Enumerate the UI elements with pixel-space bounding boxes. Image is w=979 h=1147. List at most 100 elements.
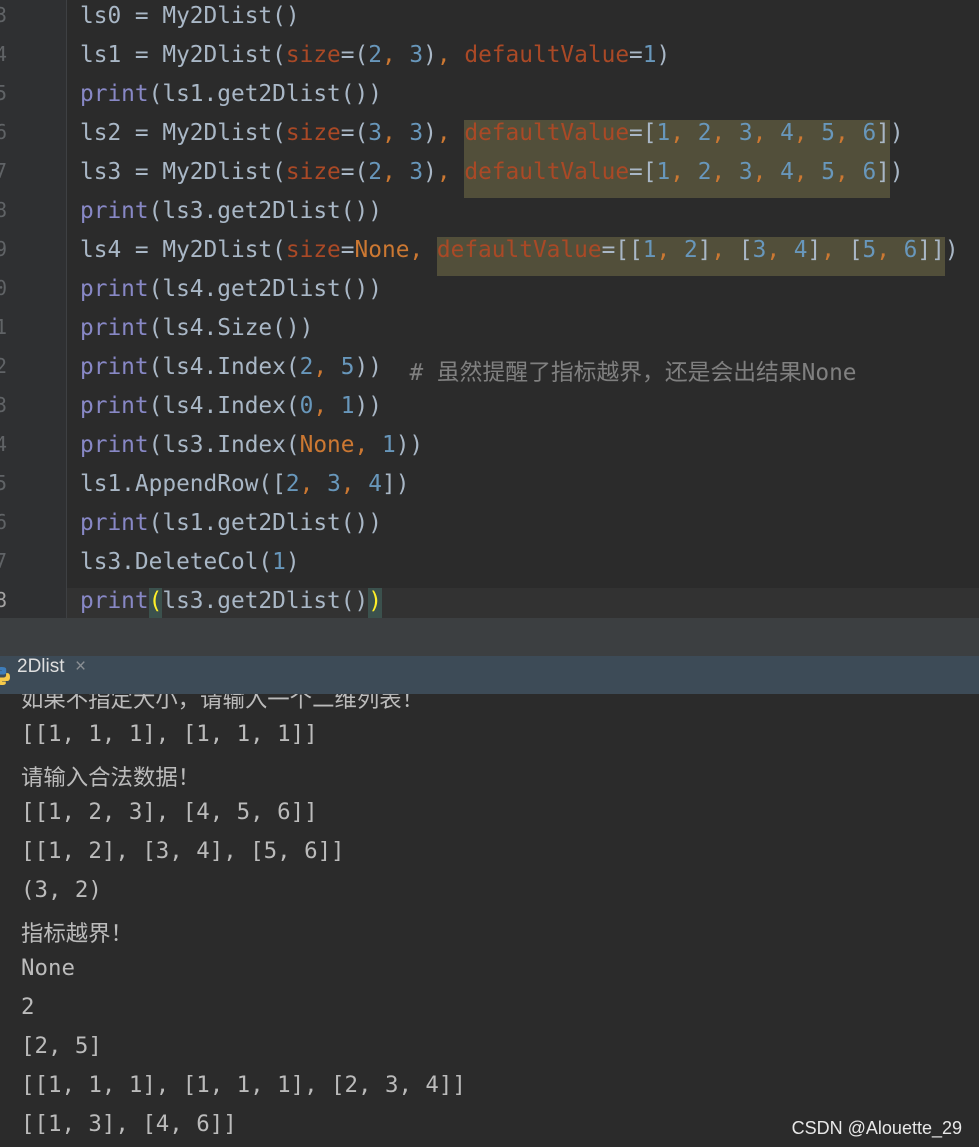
code-token[interactable]: =	[629, 42, 643, 81]
code-token[interactable]: )	[657, 42, 671, 81]
code-token[interactable]: print	[80, 276, 149, 315]
code-token[interactable]: 3	[409, 120, 423, 159]
code-token[interactable]: =	[341, 237, 355, 276]
code-token[interactable]: 5	[821, 159, 835, 198]
code-token[interactable]: ,	[876, 237, 904, 276]
code-token[interactable]: 1	[656, 159, 671, 198]
code-token[interactable]: ls1.AppendRow([	[80, 471, 286, 510]
code-token[interactable]: ,	[752, 159, 781, 198]
code-token[interactable]: )	[286, 549, 300, 588]
code-token[interactable]: 4	[780, 120, 794, 159]
code-line[interactable]: ls1.AppendRow([2, 3, 4])	[80, 471, 959, 510]
code-token[interactable]: 2	[697, 120, 712, 159]
code-token[interactable]: print	[80, 315, 149, 354]
code-token[interactable]: ]	[876, 120, 890, 159]
code-token[interactable]: ls0 = My2Dlist()	[80, 3, 300, 42]
run-tab-2dlist[interactable]: 2Dlist ×	[0, 656, 100, 694]
code-token[interactable]: ls3.get2Dlist()	[162, 588, 368, 618]
code-token[interactable]: # 虽然提醒了指标越界，还是会出结果None	[409, 354, 856, 393]
code-token[interactable]: 3	[409, 159, 423, 198]
code-line[interactable]: ls4 = My2Dlist(size=None, defaultValue=[…	[80, 237, 959, 276]
code-token[interactable]: 3	[752, 237, 767, 276]
code-line[interactable]: print(ls4.Size())	[80, 315, 959, 354]
code-line[interactable]: ls1 = My2Dlist(size=(2, 3), defaultValue…	[80, 42, 959, 81]
code-token[interactable]: [	[738, 237, 753, 276]
code-token[interactable]: (ls1.get2Dlist())	[149, 81, 382, 120]
code-line[interactable]: ls0 = My2Dlist()	[80, 3, 959, 42]
code-token[interactable]: print	[80, 432, 149, 471]
code-token[interactable]: None	[355, 237, 410, 276]
code-line-current[interactable]: print(ls3.get2Dlist())	[80, 588, 959, 618]
code-token[interactable]: =(	[341, 159, 368, 198]
code-token[interactable]: ls3 = My2Dlist(	[80, 159, 286, 198]
code-token[interactable]: ,	[670, 159, 698, 198]
code-token[interactable]: 2	[683, 237, 698, 276]
code-token[interactable]: ,	[313, 393, 340, 432]
code-line[interactable]: print(ls3.get2Dlist())	[80, 198, 959, 237]
code-token[interactable]: (ls4.Index(	[149, 393, 300, 432]
code-token[interactable]: =[	[629, 120, 657, 159]
code-line[interactable]: print(ls3.Index(None, 1))	[80, 432, 959, 471]
code-token[interactable]: =[	[629, 159, 657, 198]
code-token[interactable]: (ls4.get2Dlist())	[149, 276, 382, 315]
code-token[interactable]: defaultValue	[464, 159, 630, 198]
code-token[interactable]: ,	[834, 159, 863, 198]
code-token[interactable]: defaultValue	[464, 120, 630, 159]
code-token[interactable]: print	[80, 588, 149, 618]
code-token[interactable]: print	[80, 393, 149, 432]
code-token[interactable]: 5	[862, 237, 877, 276]
code-token[interactable]: print	[80, 354, 149, 393]
code-token[interactable]: 4	[368, 471, 382, 510]
code-token[interactable]: print	[80, 510, 149, 549]
code-token[interactable]: ])	[382, 471, 409, 510]
code-token[interactable]: ,	[670, 120, 698, 159]
code-line[interactable]: print(ls4.Index(0, 1))	[80, 393, 959, 432]
code-token[interactable]: ,	[437, 120, 464, 159]
code-token[interactable]: size	[286, 159, 341, 198]
code-token[interactable]: )	[945, 237, 959, 276]
code-token[interactable]: 2	[697, 159, 712, 198]
code-token[interactable]: ,	[355, 432, 382, 471]
code-token[interactable]: )	[423, 120, 437, 159]
matched-brace[interactable]: (	[148, 588, 163, 618]
code-token[interactable]: ]	[697, 237, 712, 276]
code-token[interactable]: ,	[711, 237, 739, 276]
code-line[interactable]: print(ls1.get2Dlist())	[80, 81, 959, 120]
code-token[interactable]: 1	[341, 393, 355, 432]
code-token[interactable]: ]	[876, 159, 890, 198]
code-token[interactable]: )	[423, 159, 437, 198]
code-token[interactable]: (ls4.Index(	[149, 354, 300, 393]
code-editor[interactable]: 3456789012345678 ls0 = My2Dlist()ls1 = M…	[0, 0, 979, 618]
code-token[interactable]: 1	[656, 120, 671, 159]
code-token[interactable]: 6	[862, 159, 877, 198]
code-line[interactable]: print(ls4.get2Dlist())	[80, 276, 959, 315]
code-token[interactable]: )	[890, 159, 904, 198]
code-token[interactable]: [	[848, 237, 863, 276]
code-line[interactable]: print(ls4.Index(2, 5)) # 虽然提醒了指标越界，还是会出结…	[80, 354, 959, 393]
code-token[interactable]: 4	[780, 159, 794, 198]
code-token[interactable]: 3	[738, 159, 753, 198]
code-token[interactable]: ))	[396, 432, 423, 471]
code-token[interactable]: ,	[409, 237, 436, 276]
code-token[interactable]: ls4 = My2Dlist(	[80, 237, 286, 276]
code-token[interactable]: ,	[752, 120, 781, 159]
code-token[interactable]: ,	[437, 159, 464, 198]
code-token[interactable]: ))	[355, 393, 382, 432]
code-token[interactable]: ,	[341, 471, 368, 510]
code-token[interactable]: =(	[341, 120, 368, 159]
code-token[interactable]: 5	[341, 354, 355, 393]
code-token[interactable]: 0	[300, 393, 314, 432]
code-line[interactable]: ls3.DeleteCol(1)	[80, 549, 959, 588]
code-token[interactable]: (ls3.Index(	[149, 432, 300, 471]
code-token[interactable]: defaultValue	[436, 237, 602, 276]
code-token[interactable]: ,	[313, 354, 340, 393]
code-token[interactable]: defaultValue	[464, 42, 629, 81]
code-token[interactable]: 5	[821, 120, 835, 159]
code-token[interactable]: 2	[300, 354, 314, 393]
code-token[interactable]: (ls3.get2Dlist())	[149, 198, 382, 237]
code-token[interactable]: 2	[368, 42, 382, 81]
code-token[interactable]: print	[80, 81, 149, 120]
code-token[interactable]: ls1 = My2Dlist(	[80, 42, 286, 81]
code-token[interactable]: ]]	[917, 237, 945, 276]
code-token[interactable]: ,	[834, 120, 863, 159]
